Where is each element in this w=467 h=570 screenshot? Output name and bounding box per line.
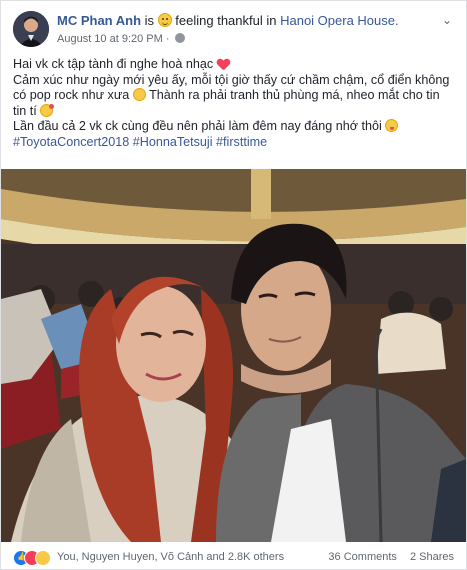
comments-count[interactable]: 36 Comments [328,551,396,563]
post-footer: You, Nguyen Huyen, Võ Cảnh and 2.8K othe… [13,549,454,567]
post-photo[interactable] [1,169,466,542]
reactors-text[interactable]: You, Nguyen Huyen, Võ Cảnh and 2.8K othe… [57,551,284,563]
post-timestamp[interactable]: August 10 at 9:20 PM · [57,33,170,45]
post-meta: August 10 at 9:20 PM · [57,33,185,45]
engagement-counts: 36 Comments 2 Shares [318,551,454,563]
heart-icon [217,59,230,70]
post-text: Hai vk ck tập tành đi nghe hoà nhạc Cảm … [13,57,454,151]
text-line-1: Hai vk ck tập tành đi nghe hoà nhạc [13,57,214,71]
place-link[interactable]: Hanoi Opera House. [280,13,399,28]
shares-count[interactable]: 2 Shares [410,551,454,563]
text-line-3: Lần đầu cả 2 vk ck cùng đều nên phải làm… [13,119,382,134]
author-line: MC Phan Anh is feeling thankful in Hanoi… [57,13,399,28]
author-avatar[interactable] [13,11,49,47]
facebook-post: MC Phan Anh is feeling thankful in Hanoi… [0,0,467,570]
author-name[interactable]: MC Phan Anh [57,13,141,28]
smile-icon [157,13,172,27]
tongue-icon [385,119,399,133]
hashtags[interactable]: #ToyotaConcert2018 #HonnaTetsuji #firstt… [13,135,267,149]
feeling-text: feeling thankful in [175,13,277,28]
kiss-icon [40,103,55,117]
smile-icon [132,88,146,102]
haha-icon [35,550,51,566]
is-word: is [144,13,155,28]
post-header: MC Phan Anh is feeling thankful in Hanoi… [13,11,454,51]
globe-icon [174,33,185,43]
chevron-down-icon[interactable]: ⌄ [440,13,454,27]
